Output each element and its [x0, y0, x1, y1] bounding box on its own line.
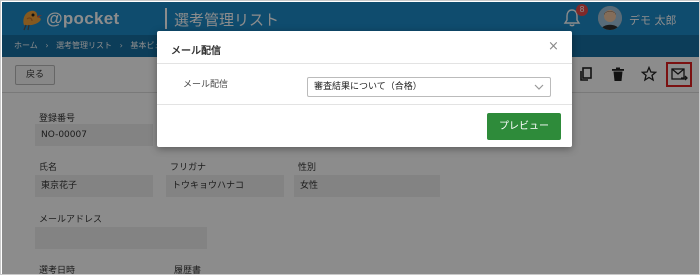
- mail-delivery-modal: メール配信 × メール配信 審査結果について（合格） プレビュー: [157, 31, 572, 147]
- modal-footer-divider: [157, 104, 572, 105]
- mail-template-label: メール配信: [183, 80, 229, 90]
- preview-button[interactable]: プレビュー: [487, 113, 561, 140]
- chevron-down-icon: [534, 84, 544, 90]
- modal-title: メール配信: [171, 46, 221, 57]
- mail-template-select[interactable]: 審査結果について（合格）: [307, 77, 551, 97]
- mail-template-selected-value: 審査結果について（合格）: [314, 82, 422, 92]
- close-icon[interactable]: ×: [548, 40, 559, 54]
- modal-divider: [157, 63, 572, 64]
- app-window: @pocket 選考管理リスト 8 デモ 太郎 ホーム › 選考管理リスト › …: [0, 0, 700, 275]
